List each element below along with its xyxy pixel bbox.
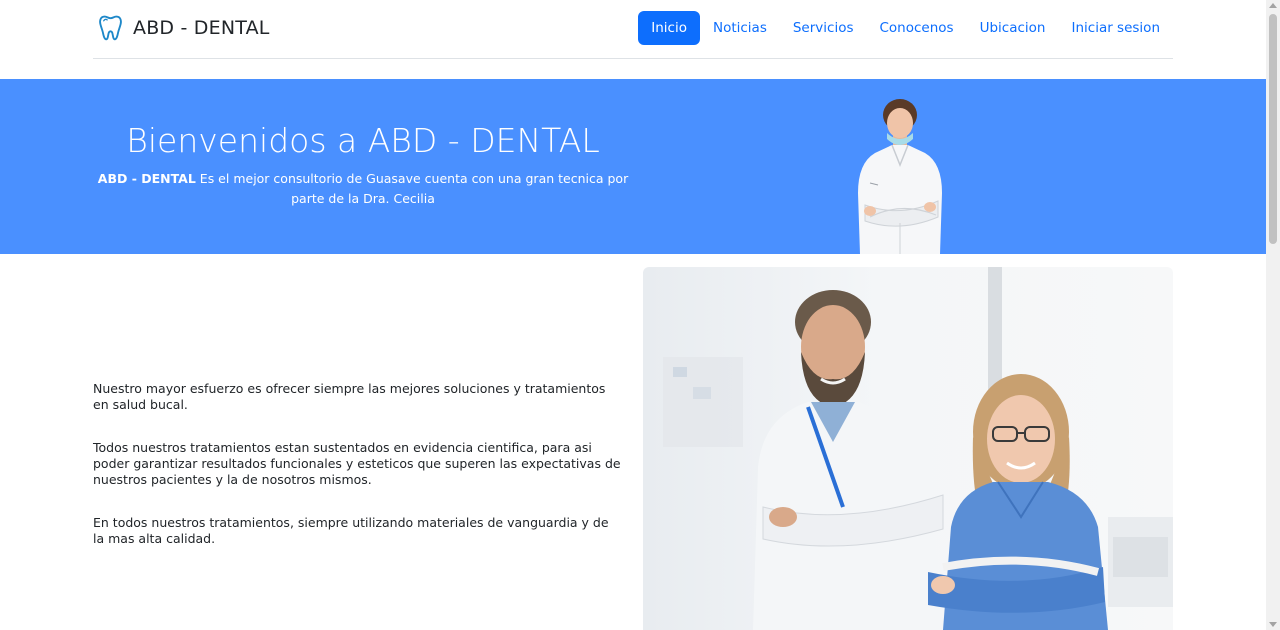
scroll-down-arrow-icon[interactable]	[1269, 622, 1277, 627]
about-paragraph-2: Todos nuestros tratamientos estan susten…	[93, 440, 621, 487]
nav-item-conocenos[interactable]: Conocenos	[867, 11, 967, 45]
nav-item-noticias[interactable]: Noticias	[700, 11, 780, 45]
about-paragraph-1: Nuestro mayor esfuerzo es ofrecer siempr…	[93, 381, 606, 412]
tooth-icon	[99, 15, 122, 41]
about-text: Nuestro mayor esfuerzo es ofrecer siempr…	[93, 381, 623, 574]
scroll-up-arrow-icon[interactable]	[1269, 3, 1277, 8]
nav-item-servicios[interactable]: Servicios	[780, 11, 867, 45]
site-header: ABD - DENTAL Inicio Noticias Servicios C…	[93, 0, 1173, 59]
brand[interactable]: ABD - DENTAL	[97, 14, 270, 41]
about-paragraph-3: En todos nuestros tratamientos, siempre …	[93, 515, 609, 546]
dentist-image	[858, 99, 942, 254]
brand-name: ABD - DENTAL	[133, 16, 270, 39]
main-nav: Inicio Noticias Servicios Conocenos Ubic…	[638, 11, 1173, 45]
page-scrollbar[interactable]	[1266, 0, 1280, 630]
nav-item-ubicacion[interactable]: Ubicacion	[967, 11, 1059, 45]
nav-item-inicio[interactable]: Inicio	[638, 11, 700, 45]
scrollbar-thumb[interactable]	[1269, 14, 1277, 244]
dentists-team-image	[663, 267, 1173, 630]
hero-subtitle-brand: ABD - DENTAL	[97, 171, 196, 186]
team-photo	[643, 267, 1173, 630]
nav-item-iniciar-sesion[interactable]: Iniciar sesion	[1058, 11, 1173, 45]
hero-subtitle: ABD - DENTAL Es el mejor consultorio de …	[93, 169, 633, 209]
hero-subtitle-text: Es el mejor consultorio de Guasave cuent…	[195, 171, 629, 206]
hero-banner: Bienvenidos a ABD - DENTAL ABD - DENTAL …	[0, 79, 1266, 254]
hero-title: Bienvenidos a ABD - DENTAL	[126, 121, 600, 160]
